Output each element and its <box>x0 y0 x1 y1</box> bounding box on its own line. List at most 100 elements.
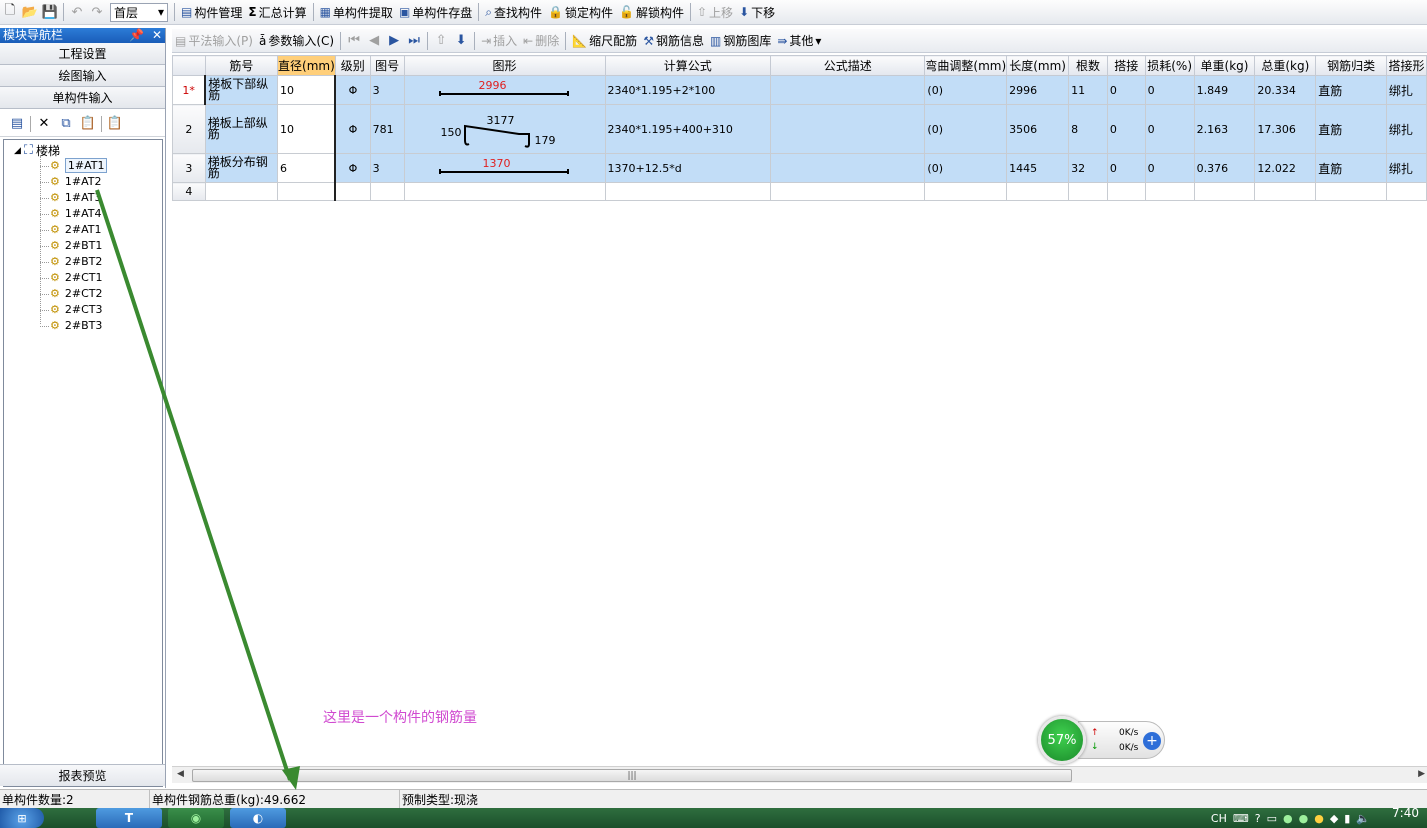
table-row[interactable]: 1* 梯板下部纵筋 10 Φ 3 2996 2340*1.195+2*100 (… <box>172 75 1427 105</box>
col-header[interactable]: 图形 <box>403 55 606 76</box>
table-row[interactable]: 2 梯板上部纵筋 10 Φ 781 150 3177 179 2340*1.19… <box>172 104 1427 154</box>
open-folder-icon[interactable]: 📂 <box>20 2 40 22</box>
col-header[interactable]: 公式描述 <box>769 55 926 76</box>
tree-item[interactable]: ⚙ 2#CT1 <box>50 270 103 285</box>
col-header[interactable]: 长度(mm) <box>1006 55 1070 76</box>
cell-diameter[interactable] <box>277 182 337 201</box>
cell-bend[interactable]: (0) <box>924 153 1008 183</box>
rebar-library-button[interactable]: ▥ 钢筋图库 <box>707 31 774 51</box>
horizontal-scrollbar[interactable]: ◀ ||| ▶ <box>172 766 1427 783</box>
col-header[interactable]: 级别 <box>334 55 371 76</box>
cell-name[interactable]: 梯板上部纵筋 <box>204 104 279 154</box>
scroll-right-icon[interactable]: ▶ <box>1418 769 1425 779</box>
input-lang[interactable]: CH <box>1211 812 1227 825</box>
cell-total-weight[interactable]: 17.306 <box>1254 104 1317 154</box>
cell-diameter[interactable]: 6 <box>277 153 337 183</box>
find-component-button[interactable]: ⌕ 查找构件 <box>482 2 545 22</box>
cell-bend[interactable]: (0) <box>924 75 1008 105</box>
cell-grade[interactable]: Φ <box>334 104 371 154</box>
col-header[interactable]: 筋号 <box>204 55 279 76</box>
cell-name[interactable]: 梯板下部纵筋 <box>204 75 279 105</box>
lock-component-button[interactable]: 🔒 锁定构件 <box>545 2 616 22</box>
redo-icon[interactable]: ↷ <box>87 2 107 22</box>
close-icon[interactable]: ✕ <box>152 28 162 43</box>
network-icon[interactable]: ▮ <box>1344 812 1350 825</box>
delete-icon[interactable]: ✕ <box>35 115 53 133</box>
rebar-info-button[interactable]: ⚒ 钢筋信息 <box>640 31 707 51</box>
col-header[interactable]: 损耗(%) <box>1144 55 1195 76</box>
cell-class[interactable] <box>1315 182 1387 201</box>
new-component-icon[interactable]: ▤ <box>8 115 26 133</box>
cell-length[interactable]: 3506 <box>1006 104 1070 154</box>
start-button[interactable]: ⊞ <box>0 808 44 828</box>
clipboard-icon[interactable]: 📋 <box>106 115 124 133</box>
col-header[interactable]: 直径(mm) <box>277 55 336 76</box>
tray-app-icon[interactable]: ● <box>1314 812 1324 825</box>
col-header[interactable]: 根数 <box>1068 55 1108 76</box>
paste-icon[interactable]: 📋 <box>79 115 97 133</box>
row-number[interactable]: 2 <box>172 104 206 154</box>
cell-total-weight[interactable]: 20.334 <box>1254 75 1317 105</box>
table-row[interactable]: 3 梯板分布钢筋 6 Φ 3 1370 1370+12.5*d (0) 1445… <box>172 153 1427 183</box>
cell-desc[interactable] <box>769 182 926 201</box>
tree-item[interactable]: ⚙ 1#AT4 <box>50 206 101 221</box>
cell-count[interactable]: 8 <box>1068 104 1108 154</box>
taskbar-app-2[interactable]: ◉ <box>168 808 224 828</box>
cell-bend[interactable] <box>924 182 1008 201</box>
pingfa-input-button[interactable]: ▤ 平法输入(P) <box>172 31 256 51</box>
restore-icon[interactable]: ▭ <box>1267 812 1277 825</box>
clock[interactable]: 7:40 <box>1392 806 1419 820</box>
col-header[interactable]: 搭接形 <box>1385 55 1427 76</box>
cell-fig[interactable]: 3 <box>369 153 405 183</box>
network-speed-widget[interactable]: ↑ ↓ 0K/s 0K/s + 57% <box>1038 716 1166 764</box>
tree-item[interactable]: ⚙ 2#BT2 <box>50 254 102 269</box>
cell-length[interactable]: 1445 <box>1006 153 1070 183</box>
scroll-thumb[interactable]: ||| <box>192 769 1072 782</box>
nav-section-report-preview[interactable]: 报表预览 <box>0 764 165 786</box>
tree-root[interactable]: ◢ ⛶ 楼梯 <box>14 142 60 159</box>
col-header[interactable]: 钢筋归类 <box>1315 55 1387 76</box>
cell-lap-type[interactable]: 绑扎 <box>1385 153 1427 183</box>
nav-section-drawing-input[interactable]: 绘图输入 <box>0 65 165 87</box>
tray-app-icon[interactable]: ● <box>1283 812 1293 825</box>
cell-total-weight[interactable] <box>1254 182 1317 201</box>
cell-count[interactable]: 32 <box>1068 153 1108 183</box>
cell-lap[interactable]: 0 <box>1106 153 1146 183</box>
tree-item[interactable]: ⚙ 1#AT1 <box>50 158 108 173</box>
keyboard-icon[interactable]: ⌨ <box>1233 812 1249 825</box>
move-up-button[interactable]: ⇧ 上移 <box>694 2 736 22</box>
help-icon[interactable]: ? <box>1255 812 1261 825</box>
prev-record-icon[interactable]: ◀ <box>364 31 384 51</box>
taskbar-app-3[interactable]: ◐ <box>230 808 286 828</box>
tree-item[interactable]: ⚙ 2#BT1 <box>50 238 102 253</box>
cell-class[interactable]: 直筋 <box>1315 75 1387 105</box>
cell-length[interactable] <box>1006 182 1070 201</box>
tree-item[interactable]: ⚙ 1#AT3 <box>50 190 101 205</box>
cell-class[interactable]: 直筋 <box>1315 153 1387 183</box>
row-number[interactable]: 1* <box>172 75 207 105</box>
move-down-button[interactable]: ⬇ 下移 <box>736 2 778 22</box>
cell-count[interactable] <box>1068 182 1108 201</box>
plus-icon[interactable]: + <box>1143 732 1161 750</box>
last-record-icon[interactable]: ⏭ <box>404 31 424 51</box>
cell-unit-weight[interactable]: 2.163 <box>1193 104 1256 154</box>
scroll-left-icon[interactable]: ◀ <box>177 769 184 779</box>
row-number[interactable]: 3 <box>172 153 206 183</box>
cell-loss[interactable]: 0 <box>1144 75 1195 105</box>
cell-fig[interactable] <box>369 182 405 201</box>
table-row[interactable]: 4 <box>172 182 1427 201</box>
cell-fig[interactable]: 781 <box>369 104 405 154</box>
cell-lap-type[interactable] <box>1385 182 1427 201</box>
memory-percent-ball[interactable]: 57% <box>1038 716 1086 764</box>
arrow-down-icon[interactable]: ⬇ <box>451 31 471 51</box>
cell-length[interactable]: 2996 <box>1006 75 1070 105</box>
delete-button[interactable]: ⇤ 删除 <box>520 31 562 51</box>
cell-grade[interactable] <box>334 182 371 201</box>
cell-unit-weight[interactable]: 1.849 <box>1193 75 1256 105</box>
tray-app-icon[interactable]: ● <box>1299 812 1309 825</box>
cell-desc[interactable] <box>769 75 926 105</box>
cell-lap-type[interactable]: 绑扎 <box>1385 75 1427 105</box>
nav-section-project-settings[interactable]: 工程设置 <box>0 43 165 65</box>
cell-desc[interactable] <box>769 104 926 154</box>
cell-total-weight[interactable]: 12.022 <box>1254 153 1317 183</box>
